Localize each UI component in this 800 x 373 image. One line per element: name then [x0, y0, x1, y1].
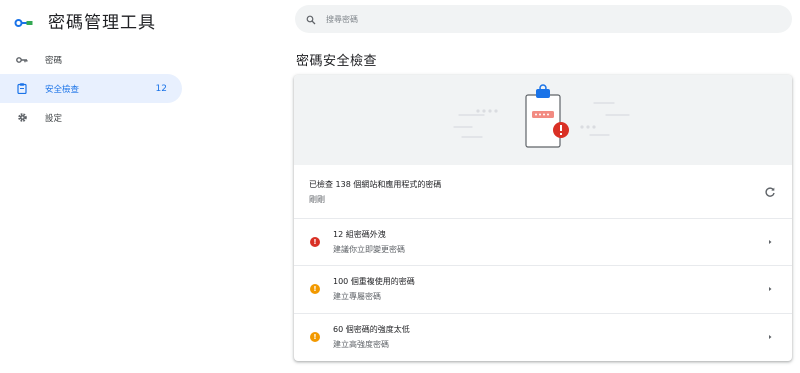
issue-subtitle: 建立高強度密碼	[333, 340, 389, 350]
key-icon	[15, 53, 29, 67]
warning-icon: !	[310, 284, 320, 295]
search-bar[interactable]	[295, 5, 792, 33]
issue-title: 12 組密碼外洩	[333, 230, 386, 240]
issue-row-compromised[interactable]: ! 12 組密碼外洩 建議你立即變更密碼	[294, 219, 792, 267]
warning-icon: !	[310, 332, 320, 343]
issue-row-reused[interactable]: ! 100 個重複使用的密碼 建立專屬密碼	[294, 266, 792, 314]
sidebar-item-label: 設定	[45, 113, 63, 124]
issue-subtitle: 建立專屬密碼	[333, 292, 381, 302]
app-header: 密碼管理工具	[14, 8, 156, 33]
issue-title: 60 個密碼的強度太低	[333, 325, 410, 335]
check-timestamp: 剛剛	[309, 194, 325, 204]
chevron-right-icon	[766, 238, 774, 246]
sidebar-item-label: 安全檢查	[45, 84, 80, 95]
issue-title: 100 個重複使用的密碼	[333, 277, 415, 287]
issue-count-badge: 12	[155, 83, 167, 94]
clipboard-icon	[15, 82, 29, 96]
sidebar-item-label: 密碼	[45, 55, 63, 66]
search-icon	[306, 10, 316, 29]
safety-check-card: 已檢查 138 個網站和應用程式的密碼 剛剛 ! 12 組密碼外洩 建議你立即變…	[294, 75, 792, 361]
issue-subtitle: 建議你立即變更密碼	[333, 245, 405, 255]
app-title: 密碼管理工具	[48, 12, 156, 33]
sidebar-item-passwords[interactable]: 密碼	[0, 45, 182, 74]
sidebar-nav: 密碼 安全檢查 12 設定	[0, 45, 182, 132]
error-icon: !	[310, 237, 320, 248]
refresh-button[interactable]	[762, 184, 778, 200]
refresh-icon	[765, 186, 775, 197]
check-summary: 已檢查 138 個網站和應用程式的密碼	[309, 179, 442, 189]
gear-icon	[15, 111, 29, 125]
page-title: 密碼安全檢查	[296, 54, 378, 69]
sidebar-item-settings[interactable]: 設定	[0, 103, 182, 132]
key-logo-icon	[14, 14, 34, 27]
issue-row-weak[interactable]: ! 60 個密碼的強度太低 建立高強度密碼	[294, 314, 792, 361]
chevron-right-icon	[766, 285, 774, 293]
sidebar-item-safety-check[interactable]: 安全檢查 12	[0, 74, 182, 103]
search-input[interactable]	[326, 14, 726, 24]
check-status-row: 已檢查 138 個網站和應用程式的密碼 剛剛	[294, 165, 792, 219]
safety-check-illustration	[294, 75, 792, 165]
chevron-right-icon	[766, 333, 774, 341]
